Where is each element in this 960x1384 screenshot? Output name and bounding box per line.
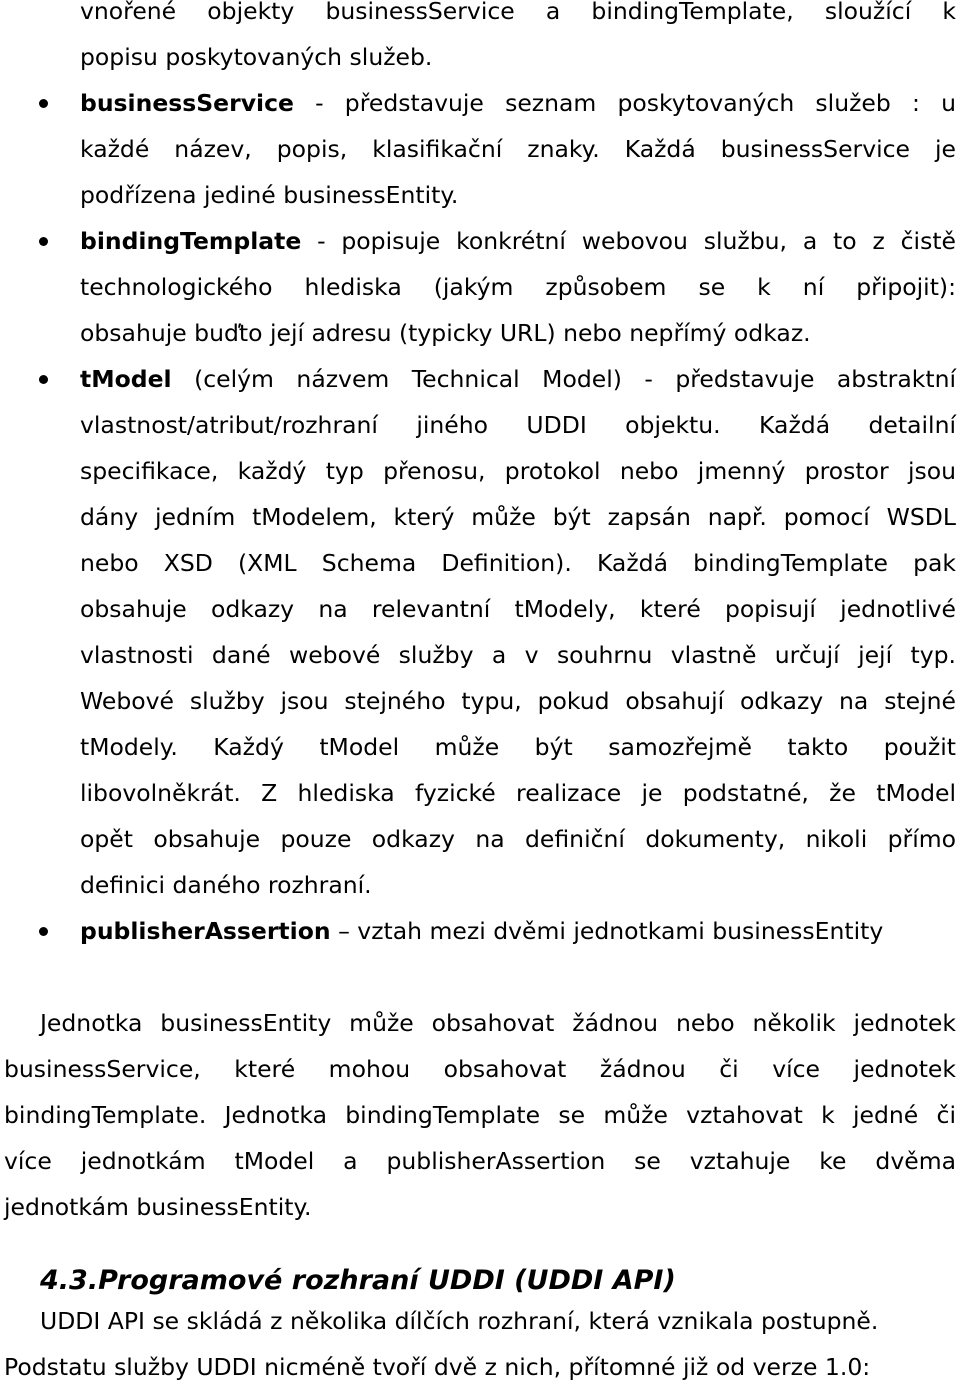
text-line: vnořené objekty businessService a bindin…: [80, 0, 956, 25]
text-line: UDDI API se skládá z několika dílčích ro…: [40, 1307, 879, 1335]
text-line: vlastnost/atribut/rozhraní jiného UDDI o…: [80, 411, 956, 439]
text-line: jednotkám businessEntity.: [4, 1193, 312, 1221]
bullet-icon: [39, 99, 48, 108]
text-line: bindingTemplate - popisuje konkrétní web…: [80, 226, 956, 256]
term: bindingTemplate: [80, 227, 302, 255]
text-line: technologického hlediska (jakým způsobem…: [80, 273, 956, 301]
text-line: tModely. Každý tModel může být samozřejm…: [80, 733, 956, 761]
text-line: obsahuje buďto její adresu (typicky URL)…: [80, 319, 811, 347]
text-line: popisu poskytovaných služeb.: [80, 43, 433, 71]
text-line: specifikace, každý typ přenosu, protokol…: [80, 457, 956, 485]
text-line: Jednotka businessEntity může obsahovat ž…: [40, 1009, 956, 1037]
text-line: podřízena jediné businessEntity.: [80, 181, 459, 209]
text-line: Podstatu služby UDDI nicméně tvoří dvě z…: [4, 1353, 871, 1381]
text-line: dány jedním tModelem, který může být zap…: [80, 503, 956, 531]
text-line: bindingTemplate. Jednotka bindingTemplat…: [4, 1101, 956, 1129]
term: tModel: [80, 365, 172, 393]
term: businessService: [80, 89, 294, 117]
text-line: businessService - představuje seznam pos…: [80, 88, 956, 118]
section-heading: 4.3.Programové rozhraní UDDI (UDDI API): [40, 1265, 676, 1296]
text-line: definici daného rozhraní.: [80, 871, 372, 899]
text-line: více jednotkám tModel a publisherAsserti…: [4, 1147, 956, 1175]
text-line: libovolněkrát. Z hlediska fyzické realiz…: [80, 779, 956, 807]
bullet-icon: [39, 375, 48, 384]
text-line: obsahuje odkazy na relevantní tModely, k…: [80, 595, 956, 623]
term-description: – vztah mezi dvěmi jednotkami businessEn…: [330, 917, 884, 945]
term-description: - popisuje konkrétní webovou službu, a t…: [301, 227, 956, 255]
term-description: - představuje seznam poskytovaných služe…: [293, 89, 956, 117]
text-line: Webové služby jsou stejného typu, pokud …: [80, 687, 956, 715]
text-line: businessService, které mohou obsahovat ž…: [4, 1055, 956, 1083]
text-line: vlastnosti dané webové služby a v souhrn…: [80, 641, 956, 669]
bullet-icon: [39, 927, 48, 936]
text-line: nebo XSD (XML Schema Definition). Každá …: [80, 549, 956, 577]
bullet-icon: [39, 237, 48, 246]
text-line: opět obsahuje pouze odkazy na definiční …: [80, 825, 956, 853]
text-line: každé název, popis, klasifikační znaky. …: [80, 135, 956, 163]
term: publisherAssertion: [80, 917, 331, 945]
text-line: tModel (celým názvem Technical Model) - …: [80, 364, 956, 394]
text-line: publisherAssertion – vztah mezi dvěmi je…: [80, 916, 883, 946]
term-description: (celým názvem Technical Model) - předsta…: [171, 365, 956, 393]
